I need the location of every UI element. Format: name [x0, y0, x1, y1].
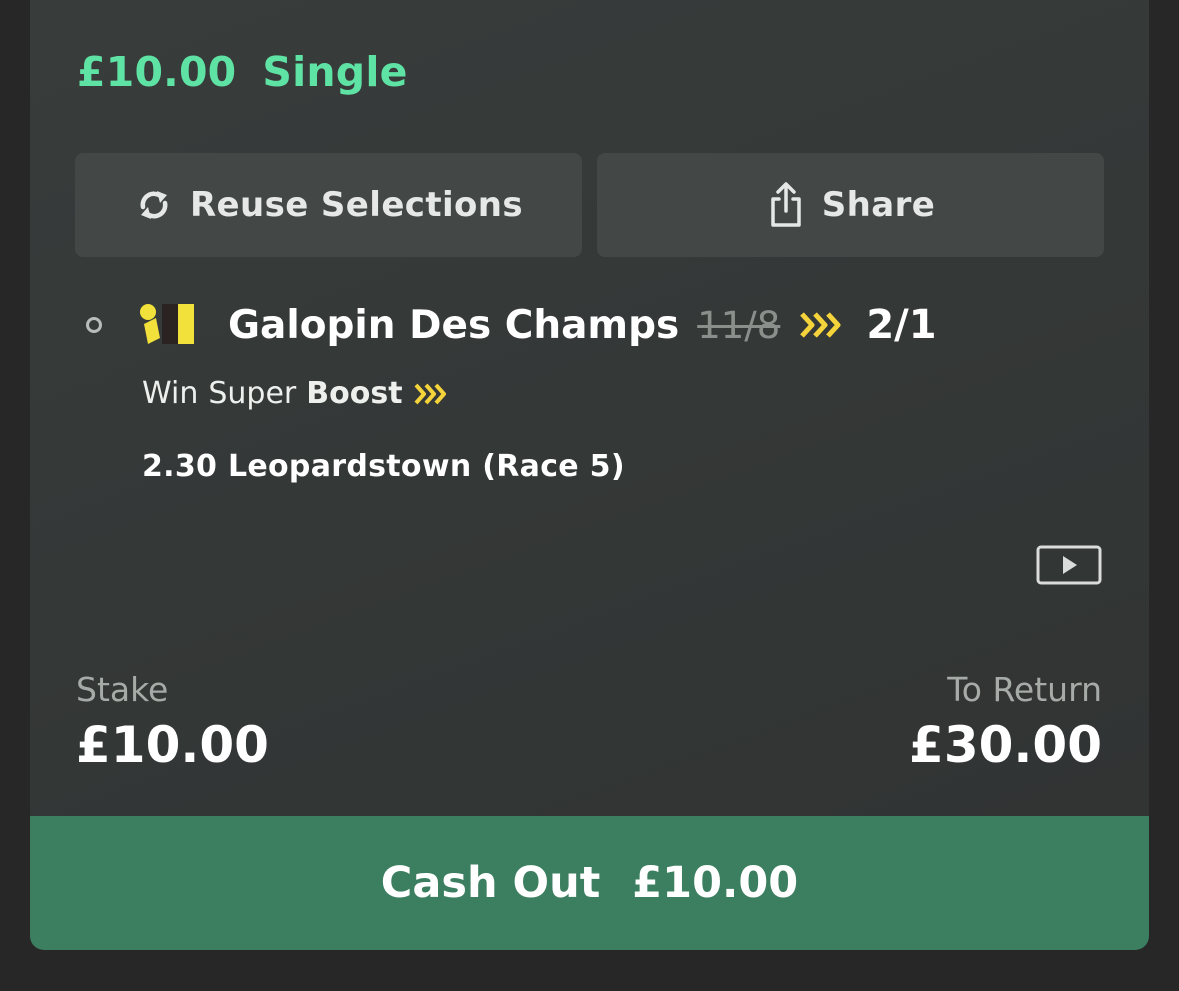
bet-stake-header: £10.00	[77, 48, 237, 96]
event-name: 2.30 Leopardstown (Race 5)	[142, 449, 625, 484]
boost-chevrons-icon	[800, 312, 841, 338]
bet-header: £10.00 Single	[77, 48, 408, 96]
share-icon	[766, 181, 806, 229]
boost-chevrons-small-icon	[414, 383, 446, 404]
bet-card: £10.00 Single Reuse Selections Share Gal…	[30, 0, 1149, 950]
boosted-price: 2/1	[866, 302, 937, 348]
selection-row: Galopin Des Champs 11/8 2/1	[86, 300, 937, 350]
promo-boost-word: Boost	[306, 376, 403, 411]
to-return-label: To Return	[947, 670, 1102, 709]
cash-out-amount: £10.00	[632, 858, 799, 908]
stake-value: £10.00	[76, 716, 269, 774]
promo-prefix: Super	[208, 376, 297, 411]
reuse-selections-label: Reuse Selections	[189, 185, 524, 225]
silks-icon	[140, 304, 194, 344]
original-price: 11/8	[697, 303, 781, 347]
share-button[interactable]: Share	[597, 153, 1104, 257]
market-line: Win Super Boost	[142, 376, 449, 411]
cash-out-button[interactable]: Cash Out £10.00	[30, 816, 1149, 950]
cash-out-label: Cash Out	[380, 858, 601, 908]
reuse-selections-button[interactable]: Reuse Selections	[75, 153, 582, 257]
runner-name: Galopin Des Champs	[228, 302, 680, 348]
to-return-value: £30.00	[909, 716, 1102, 774]
radio-icon	[86, 317, 102, 333]
stake-label: Stake	[76, 670, 169, 709]
share-label: Share	[821, 185, 936, 225]
refresh-icon	[134, 185, 174, 225]
market-name: Win	[142, 376, 199, 411]
bet-type: Single	[262, 48, 408, 96]
play-video-icon[interactable]	[1036, 545, 1102, 585]
